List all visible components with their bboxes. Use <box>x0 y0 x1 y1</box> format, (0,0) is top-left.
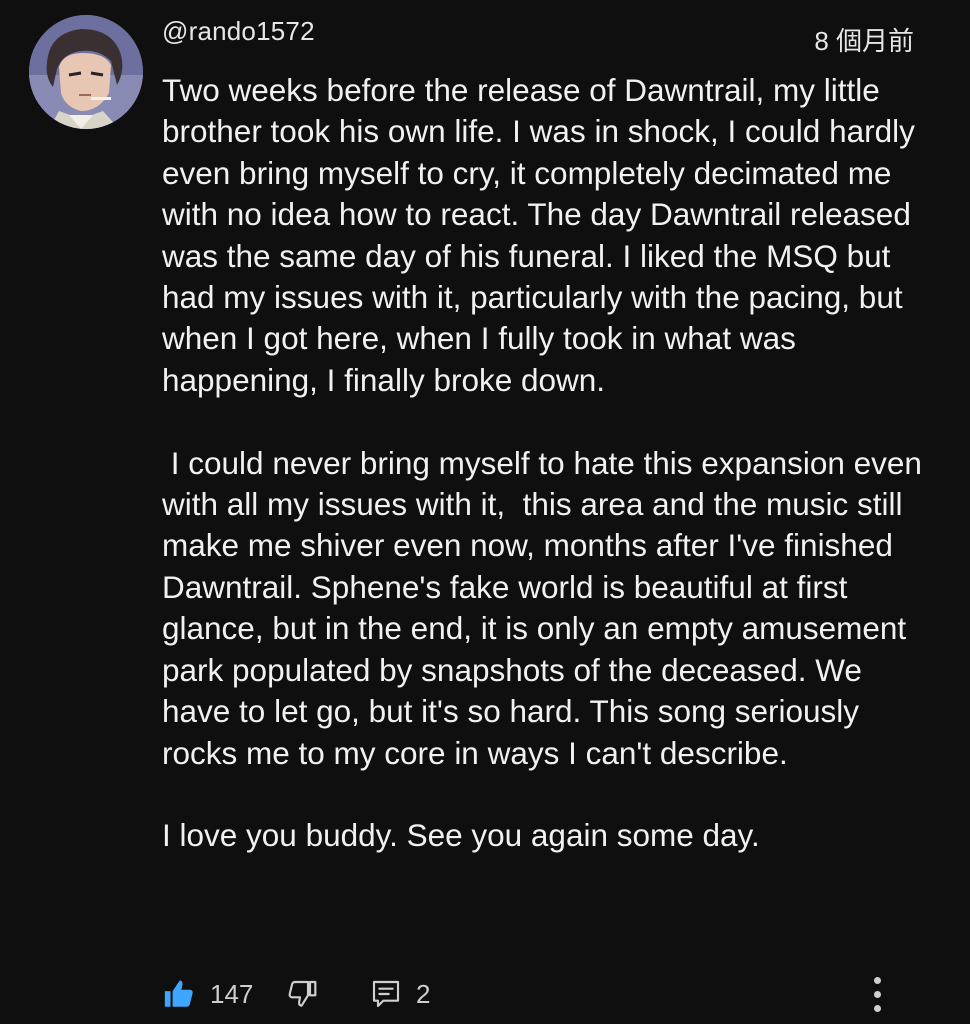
like-button[interactable]: 147 <box>162 972 253 1016</box>
dislike-button[interactable] <box>286 972 318 1016</box>
avatar[interactable] <box>29 15 143 129</box>
comment-thread: @rando1572 8 個月前 Two weeks before the re… <box>0 0 970 1024</box>
avatar-image <box>29 15 143 129</box>
more-vertical-icon-dot <box>873 1004 881 1012</box>
more-vertical-icon <box>873 976 881 984</box>
more-vertical-icon-dot <box>873 990 881 998</box>
comment-paragraph-2: I could never bring myself to hate this … <box>162 444 931 771</box>
comment-paragraph-3: I love you buddy. See you again some day… <box>162 817 760 854</box>
reply-comment-icon <box>370 978 402 1010</box>
thumbs-down-outline-icon <box>286 978 318 1010</box>
comment-action-bar: 147 2 <box>162 972 922 1016</box>
comment-author[interactable]: @rando1572 <box>162 14 315 48</box>
reply-count: 2 <box>416 979 431 1009</box>
thumbs-up-filled-icon <box>162 977 196 1011</box>
comment-paragraph-1: Two weeks before the release of Dawntrai… <box>162 72 924 398</box>
comment-body: Two weeks before the release of Dawntrai… <box>162 70 932 857</box>
like-count: 147 <box>210 979 254 1009</box>
reply-button[interactable]: 2 <box>370 972 430 1016</box>
comment-timestamp[interactable]: 8 個月前 <box>814 24 914 58</box>
more-options-button[interactable] <box>862 972 892 1016</box>
